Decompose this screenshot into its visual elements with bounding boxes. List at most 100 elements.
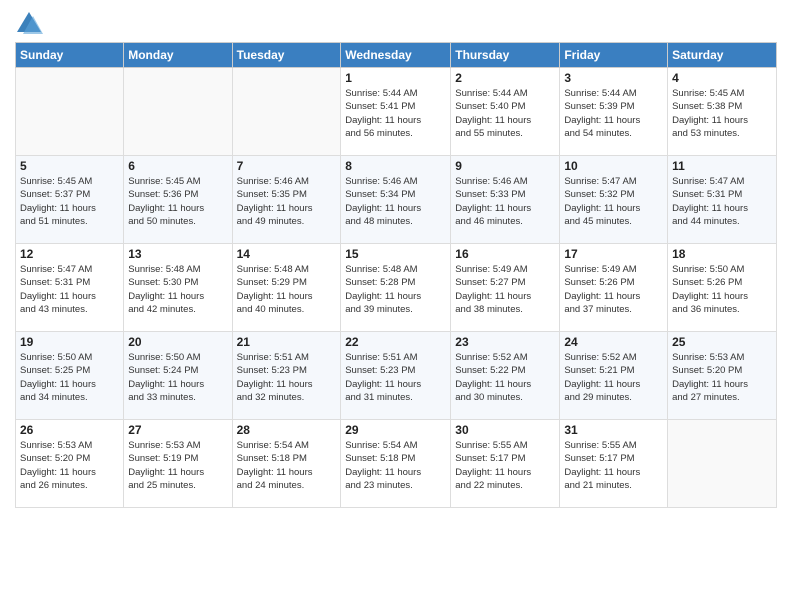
day-info: Sunrise: 5:50 AM Sunset: 5:25 PM Dayligh… (20, 351, 119, 404)
calendar-week-1: 1Sunrise: 5:44 AM Sunset: 5:41 PM Daylig… (16, 68, 777, 156)
calendar-day-6: 6 Sunrise: 5:45 AM Sunset: 5:36 PM Daylig… (124, 156, 232, 244)
day-number: 6 (128, 159, 227, 173)
column-header-friday: Friday (560, 43, 668, 68)
day-number: 11 (672, 159, 772, 173)
calendar-day-20: 20Sunrise: 5:50 AM Sunset: 5:24 PM Dayli… (124, 332, 232, 420)
day-number: 8 (345, 159, 446, 173)
calendar-day-15: 15 Sunrise: 5:48 AM Sunset: 5:28 PM Dayli… (341, 244, 451, 332)
day-info: Sunrise: 5:48 AM Sunset: 5:30 PM Dayligh… (128, 263, 227, 316)
day-info: Sunrise: 5:44 AM Sunset: 5:41 PM Dayligh… (345, 87, 446, 140)
calendar-day-13: 13 Sunrise: 5:48 AM Sunset: 5:30 PM Dayli… (124, 244, 232, 332)
day-info: Sunrise: 5:52 AM Sunset: 5:22 PM Dayligh… (455, 351, 555, 404)
calendar-day-24: 24Sunrise: 5:52 AM Sunset: 5:21 PM Dayli… (560, 332, 668, 420)
day-info: Sunrise: 5:51 AM Sunset: 5:23 PM Dayligh… (237, 351, 337, 404)
column-header-wednesday: Wednesday (341, 43, 451, 68)
day-number: 12 (20, 247, 119, 261)
day-number: 2 (455, 71, 555, 85)
logo-icon (15, 10, 43, 38)
calendar-table: SundayMondayTuesdayWednesdayThursdayFrid… (15, 42, 777, 508)
calendar-day-18: 18Sunrise: 5:50 AM Sunset: 5:26 PM Dayli… (668, 244, 777, 332)
day-info: Sunrise: 5:46 AM Sunset: 5:35 PM Dayligh… (237, 175, 337, 228)
day-number: 31 (564, 423, 663, 437)
calendar-day-11: 11 Sunrise: 5:47 AM Sunset: 5:31 PM Dayli… (668, 156, 777, 244)
day-number: 17 (564, 247, 663, 261)
day-number: 19 (20, 335, 119, 349)
calendar-day-30: 30 Sunrise: 5:55 AM Sunset: 5:17 PM Dayli… (451, 420, 560, 508)
calendar-body: 1Sunrise: 5:44 AM Sunset: 5:41 PM Daylig… (16, 68, 777, 508)
day-number: 9 (455, 159, 555, 173)
day-info: Sunrise: 5:52 AM Sunset: 5:21 PM Dayligh… (564, 351, 663, 404)
calendar-day-28: 28 Sunrise: 5:54 AM Sunset: 5:18 PM Dayli… (232, 420, 341, 508)
day-number: 21 (237, 335, 337, 349)
day-info: Sunrise: 5:50 AM Sunset: 5:26 PM Dayligh… (672, 263, 772, 316)
day-info: Sunrise: 5:47 AM Sunset: 5:31 PM Dayligh… (672, 175, 772, 228)
calendar-day-14: 14 Sunrise: 5:48 AM Sunset: 5:29 PM Dayli… (232, 244, 341, 332)
day-number: 13 (128, 247, 227, 261)
calendar-week-5: 26Sunrise: 5:53 AM Sunset: 5:20 PM Dayli… (16, 420, 777, 508)
calendar-day-29: 29 Sunrise: 5:54 AM Sunset: 5:18 PM Dayli… (341, 420, 451, 508)
day-number: 7 (237, 159, 337, 173)
column-header-saturday: Saturday (668, 43, 777, 68)
day-number: 3 (564, 71, 663, 85)
calendar-day-empty (16, 68, 124, 156)
day-number: 14 (237, 247, 337, 261)
day-info: Sunrise: 5:48 AM Sunset: 5:28 PM Dayligh… (345, 263, 446, 316)
column-header-thursday: Thursday (451, 43, 560, 68)
calendar-day-5: 5 Sunrise: 5:45 AM Sunset: 5:37 PM Daylig… (16, 156, 124, 244)
day-info: Sunrise: 5:45 AM Sunset: 5:37 PM Dayligh… (20, 175, 119, 228)
calendar-day-empty (124, 68, 232, 156)
day-info: Sunrise: 5:45 AM Sunset: 5:36 PM Dayligh… (128, 175, 227, 228)
day-info: Sunrise: 5:55 AM Sunset: 5:17 PM Dayligh… (564, 439, 663, 492)
calendar-day-26: 26Sunrise: 5:53 AM Sunset: 5:20 PM Dayli… (16, 420, 124, 508)
calendar-day-9: 9 Sunrise: 5:46 AM Sunset: 5:33 PM Daylig… (451, 156, 560, 244)
day-info: Sunrise: 5:55 AM Sunset: 5:17 PM Dayligh… (455, 439, 555, 492)
calendar-day-25: 25Sunrise: 5:53 AM Sunset: 5:20 PM Dayli… (668, 332, 777, 420)
calendar-week-4: 19 Sunrise: 5:50 AM Sunset: 5:25 PM Dayli… (16, 332, 777, 420)
calendar-day-23: 23 Sunrise: 5:52 AM Sunset: 5:22 PM Dayli… (451, 332, 560, 420)
day-info: Sunrise: 5:49 AM Sunset: 5:26 PM Dayligh… (564, 263, 663, 316)
day-number: 27 (128, 423, 227, 437)
calendar-day-19: 19 Sunrise: 5:50 AM Sunset: 5:25 PM Dayli… (16, 332, 124, 420)
day-info: Sunrise: 5:46 AM Sunset: 5:33 PM Dayligh… (455, 175, 555, 228)
day-info: Sunrise: 5:51 AM Sunset: 5:23 PM Dayligh… (345, 351, 446, 404)
day-info: Sunrise: 5:53 AM Sunset: 5:20 PM Dayligh… (672, 351, 772, 404)
column-header-monday: Monday (124, 43, 232, 68)
day-number: 23 (455, 335, 555, 349)
day-info: Sunrise: 5:49 AM Sunset: 5:27 PM Dayligh… (455, 263, 555, 316)
calendar-day-1: 1Sunrise: 5:44 AM Sunset: 5:41 PM Daylig… (341, 68, 451, 156)
calendar-day-3: 3Sunrise: 5:44 AM Sunset: 5:39 PM Daylig… (560, 68, 668, 156)
calendar-day-4: 4Sunrise: 5:45 AM Sunset: 5:38 PM Daylig… (668, 68, 777, 156)
day-info: Sunrise: 5:53 AM Sunset: 5:19 PM Dayligh… (128, 439, 227, 492)
column-header-tuesday: Tuesday (232, 43, 341, 68)
calendar-week-2: 5 Sunrise: 5:45 AM Sunset: 5:37 PM Daylig… (16, 156, 777, 244)
calendar-day-27: 27 Sunrise: 5:53 AM Sunset: 5:19 PM Dayli… (124, 420, 232, 508)
day-number: 4 (672, 71, 772, 85)
day-number: 5 (20, 159, 119, 173)
calendar-header-row: SundayMondayTuesdayWednesdayThursdayFrid… (16, 43, 777, 68)
day-number: 15 (345, 247, 446, 261)
day-info: Sunrise: 5:48 AM Sunset: 5:29 PM Dayligh… (237, 263, 337, 316)
day-number: 10 (564, 159, 663, 173)
day-number: 28 (237, 423, 337, 437)
day-info: Sunrise: 5:44 AM Sunset: 5:40 PM Dayligh… (455, 87, 555, 140)
calendar-day-10: 10 Sunrise: 5:47 AM Sunset: 5:32 PM Dayli… (560, 156, 668, 244)
day-number: 22 (345, 335, 446, 349)
day-number: 30 (455, 423, 555, 437)
day-info: Sunrise: 5:53 AM Sunset: 5:20 PM Dayligh… (20, 439, 119, 492)
day-number: 29 (345, 423, 446, 437)
day-info: Sunrise: 5:54 AM Sunset: 5:18 PM Dayligh… (345, 439, 446, 492)
calendar-day-8: 8 Sunrise: 5:46 AM Sunset: 5:34 PM Daylig… (341, 156, 451, 244)
calendar-day-31: 31 Sunrise: 5:55 AM Sunset: 5:17 PM Dayli… (560, 420, 668, 508)
logo (15, 10, 47, 38)
day-info: Sunrise: 5:54 AM Sunset: 5:18 PM Dayligh… (237, 439, 337, 492)
page-header (15, 10, 777, 38)
day-info: Sunrise: 5:46 AM Sunset: 5:34 PM Dayligh… (345, 175, 446, 228)
calendar-day-16: 16Sunrise: 5:49 AM Sunset: 5:27 PM Dayli… (451, 244, 560, 332)
day-info: Sunrise: 5:47 AM Sunset: 5:31 PM Dayligh… (20, 263, 119, 316)
calendar-day-empty (232, 68, 341, 156)
calendar-day-empty (668, 420, 777, 508)
day-info: Sunrise: 5:47 AM Sunset: 5:32 PM Dayligh… (564, 175, 663, 228)
calendar-day-12: 12 Sunrise: 5:47 AM Sunset: 5:31 PM Dayli… (16, 244, 124, 332)
calendar-day-7: 7 Sunrise: 5:46 AM Sunset: 5:35 PM Daylig… (232, 156, 341, 244)
calendar-day-17: 17 Sunrise: 5:49 AM Sunset: 5:26 PM Dayli… (560, 244, 668, 332)
